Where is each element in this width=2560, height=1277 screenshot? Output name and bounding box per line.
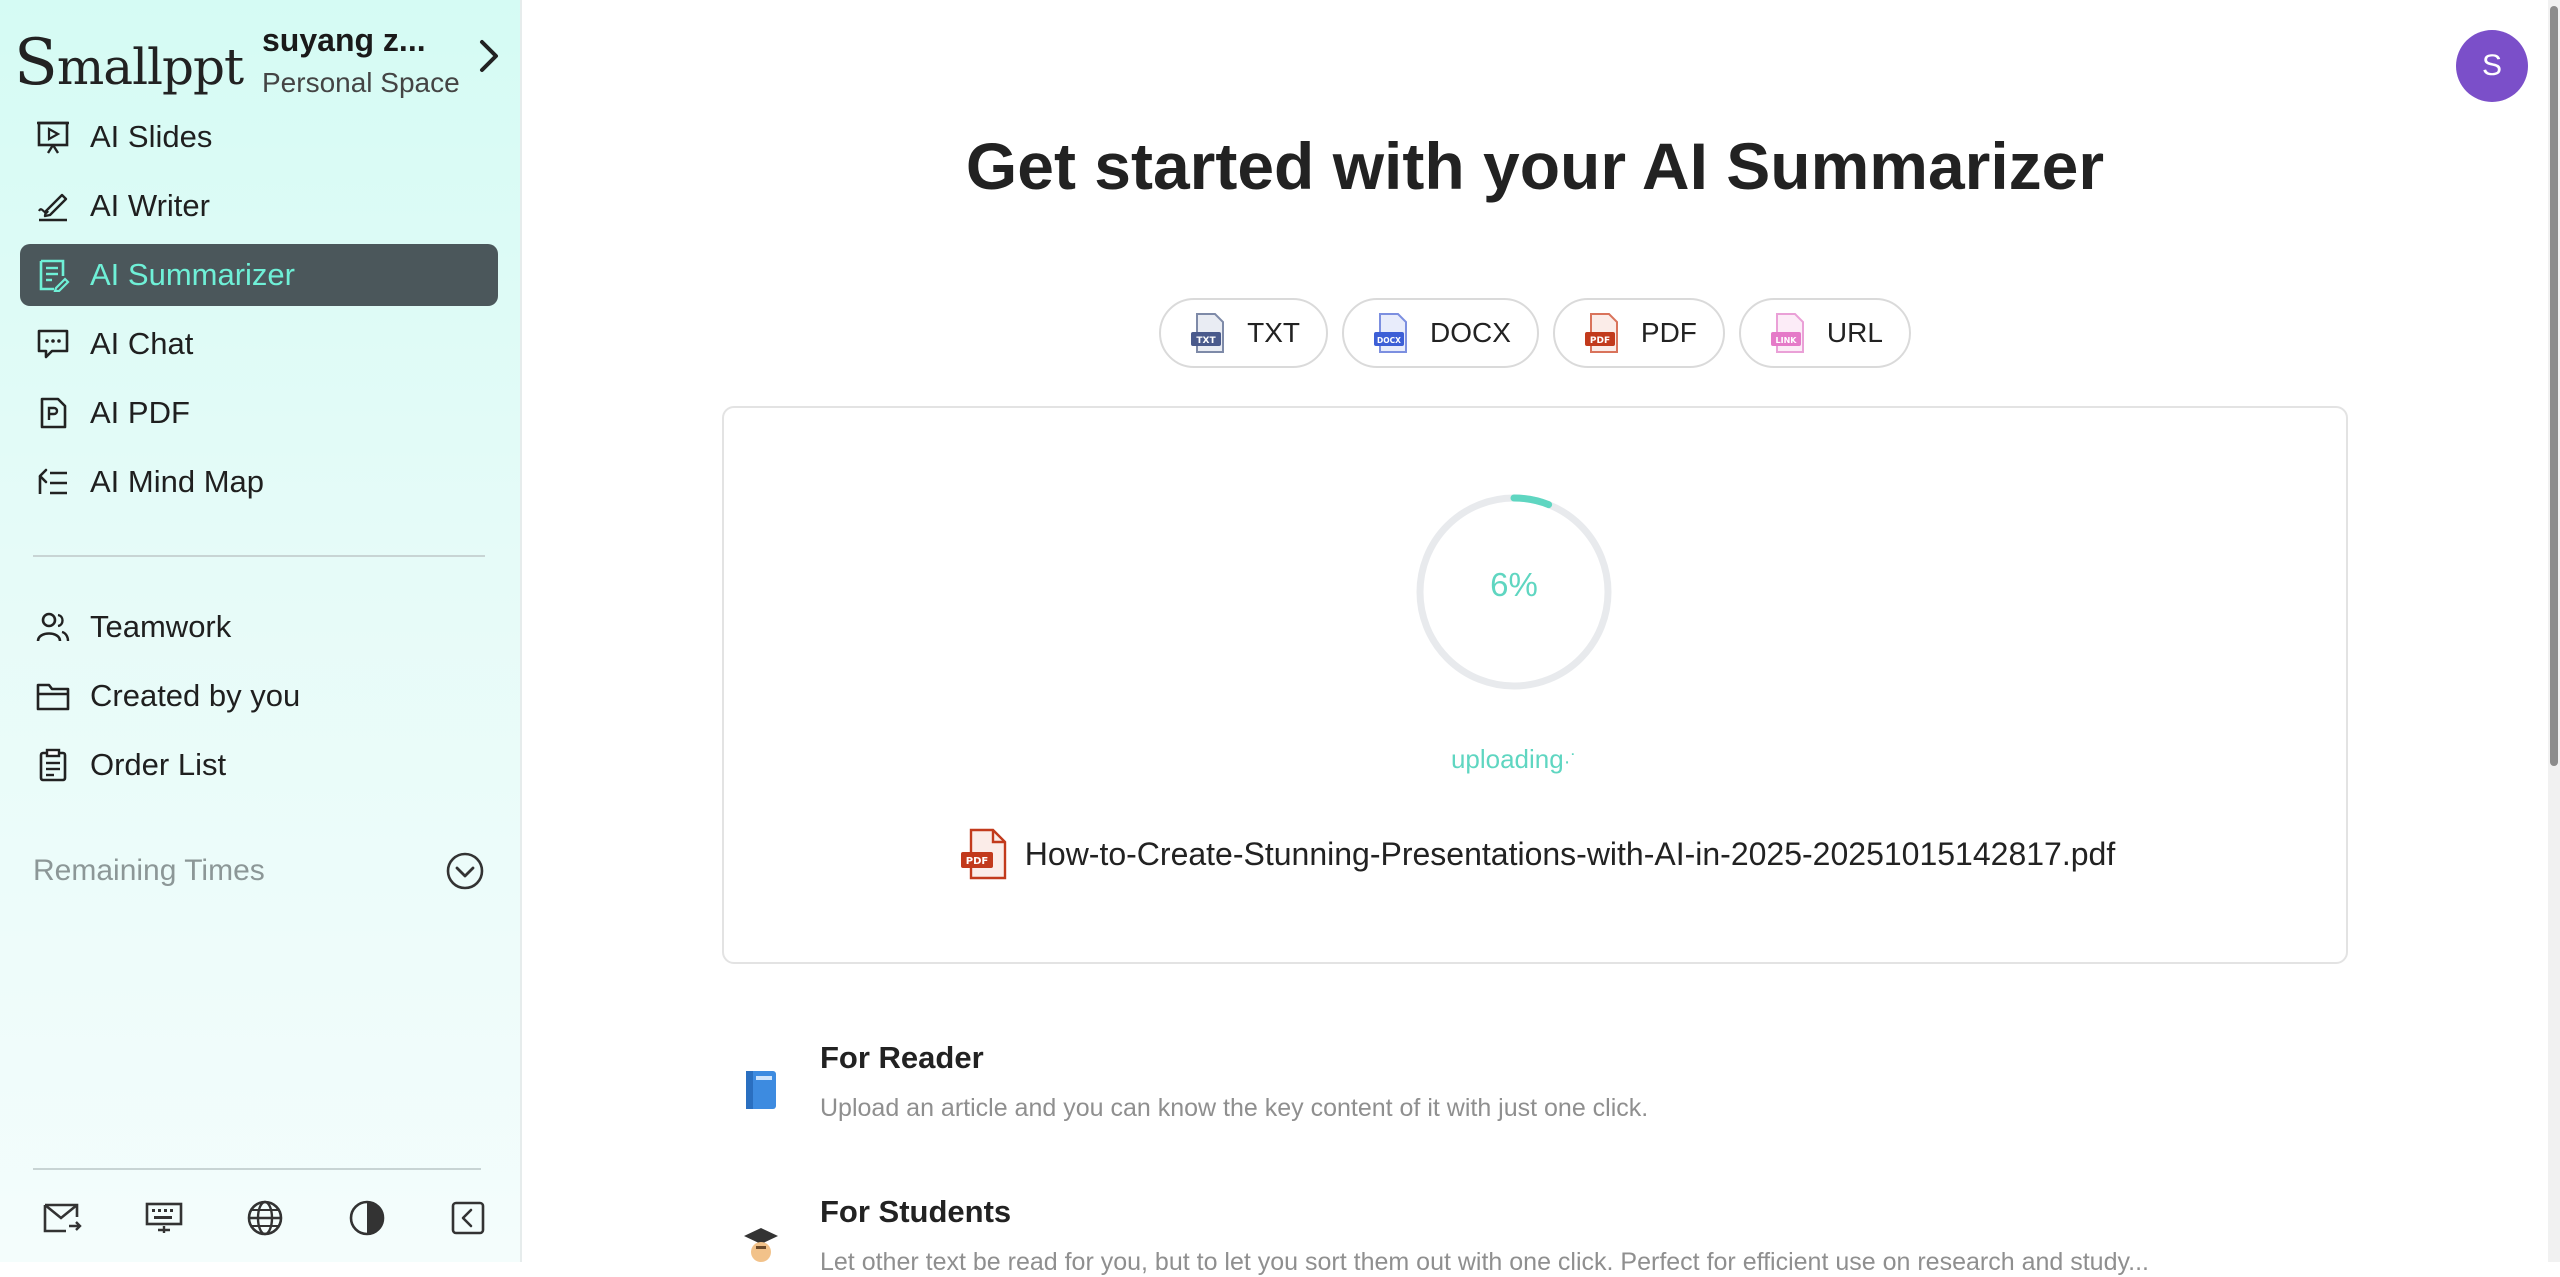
upload-status: uploading·˙ <box>1450 744 1578 774</box>
account-switcher[interactable]: suyang z... Personal Space <box>262 22 492 99</box>
sidebar-item-teamwork[interactable]: Teamwork <box>20 596 498 658</box>
folder-icon <box>34 677 72 715</box>
sidebar-item-ai-summarizer[interactable]: AI Summarizer <box>20 244 498 306</box>
file-type-label: DOCX <box>1429 317 1511 348</box>
mail-icon[interactable] <box>40 1196 84 1240</box>
sidebar-item-label: Order List <box>90 747 227 782</box>
scrollbar-thumb[interactable] <box>2550 6 2558 766</box>
chevron-down-circle-icon[interactable] <box>445 851 485 891</box>
collapse-icon[interactable] <box>446 1196 490 1240</box>
file-type-label: TXT <box>1247 317 1300 348</box>
nav-divider <box>33 555 485 557</box>
sidebar-item-ai-pdf[interactable]: AI PDF <box>20 382 498 444</box>
file-type-url[interactable]: LINK URL <box>1738 298 1911 368</box>
contrast-icon[interactable] <box>345 1196 389 1240</box>
txt-file-icon: TXT <box>1191 313 1225 353</box>
file-type-pdf[interactable]: PDF PDF <box>1552 298 1725 368</box>
sidebar-item-created-by-you[interactable]: Created by you <box>20 665 498 727</box>
footer-divider <box>33 1168 481 1170</box>
sidebar-item-order-list[interactable]: Order List <box>20 734 498 796</box>
sidebar-footer <box>40 1196 490 1240</box>
svg-text:PDF: PDF <box>966 856 988 867</box>
sidebar-item-label: Created by you <box>90 678 301 713</box>
remaining-times-label: Remaining Times <box>33 854 265 887</box>
sidebar-item-ai-mind-map[interactable]: AI Mind Map <box>20 451 498 513</box>
upload-progress-percent: 6% <box>1490 566 1538 603</box>
svg-text:PDF: PDF <box>1590 336 1610 346</box>
uploaded-file-name: How-to-Create-Stunning-Presentations-wit… <box>1024 835 2116 872</box>
keyboard-icon[interactable] <box>142 1196 186 1240</box>
clipboard-icon <box>34 746 72 784</box>
writer-icon <box>34 187 72 225</box>
sidebar-item-ai-writer[interactable]: AI Writer <box>20 175 498 237</box>
account-space: Personal Space <box>262 67 460 98</box>
sidebar-item-label: AI Mind Map <box>90 464 265 499</box>
remaining-times-toggle[interactable]: Remaining Times <box>33 846 485 896</box>
book-emoji-icon <box>746 1071 776 1109</box>
file-type-txt[interactable]: TXT TXT <box>1159 298 1328 368</box>
page-title: Get started with your AI Summarizer <box>965 129 2105 203</box>
svg-text:DOCX: DOCX <box>1377 336 1401 345</box>
chevron-right-icon[interactable] <box>474 36 504 76</box>
file-type-options: TXT TXT DOCX DOCX PDF PDF LINK URL <box>0 298 2560 368</box>
link-file-icon: LINK <box>1770 313 1804 353</box>
sidebar-item-label: AI Slides <box>90 119 213 154</box>
file-type-label: URL <box>1826 317 1883 348</box>
feature-title: For Reader <box>820 1040 984 1075</box>
sidebar-item-label: AI PDF <box>90 395 190 430</box>
docx-file-icon: DOCX <box>1373 313 1407 353</box>
globe-icon[interactable] <box>243 1196 287 1240</box>
feature-description: Upload an article and you can know the k… <box>820 1094 1649 1122</box>
feature-title: For Students <box>820 1194 1012 1229</box>
file-type-label: PDF <box>1640 317 1697 348</box>
pdf-file-icon: PDF <box>960 828 1006 880</box>
summarizer-icon <box>34 256 72 294</box>
uploaded-file: PDF How-to-Create-Stunning-Presentations… <box>932 828 2142 880</box>
student-emoji-icon <box>744 1228 778 1262</box>
sidebar-item-ai-slides[interactable]: AI Slides <box>20 106 498 168</box>
mind-map-icon <box>34 463 72 501</box>
pdf-icon <box>34 394 72 432</box>
feature-description: Let other text be read for you, but to l… <box>820 1248 2149 1276</box>
smallppt-logo[interactable]: Smallppt <box>14 26 244 100</box>
file-type-docx[interactable]: DOCX DOCX <box>1341 298 1539 368</box>
svg-text:LINK: LINK <box>1775 336 1797 345</box>
slides-icon <box>34 118 72 156</box>
team-icon <box>34 608 72 646</box>
pdf-file-icon: PDF <box>1584 313 1618 353</box>
svg-text:TXT: TXT <box>1196 336 1216 346</box>
brand-header: Smallppt suyang z... Personal Space <box>14 22 514 102</box>
upload-card[interactable]: 6% uploading·˙ PDF How-to-Create-Stunnin… <box>722 406 2348 964</box>
user-avatar[interactable]: S <box>2456 30 2528 102</box>
sidebar-item-label: AI Summarizer <box>90 257 295 292</box>
sidebar-item-label: AI Writer <box>90 188 210 223</box>
sidebar: Smallppt suyang z... Personal Space AI S… <box>0 0 522 1262</box>
secondary-nav: Teamwork Created by you Order List <box>20 596 498 803</box>
sidebar-item-label: Teamwork <box>90 609 232 644</box>
account-name: suyang z... <box>262 22 426 58</box>
